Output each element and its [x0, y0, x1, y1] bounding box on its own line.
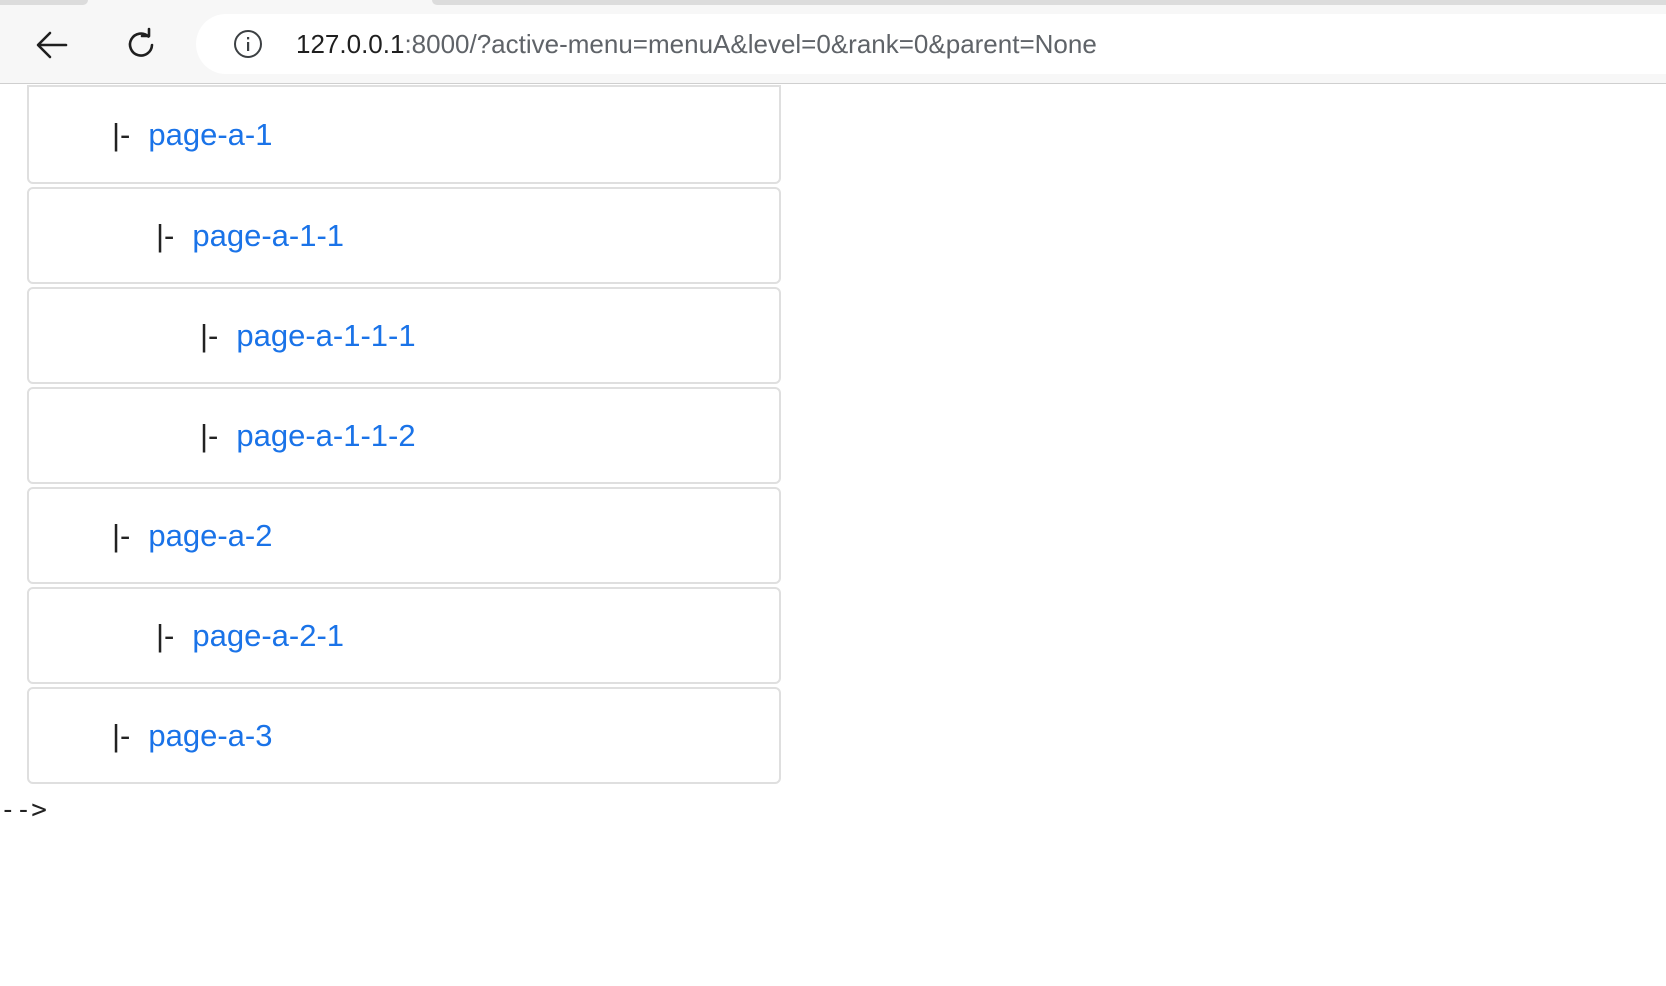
page-content: |- page-a-1 |- page-a-1-1 |- page-a-1-1-…: [0, 85, 1666, 986]
branch-marker: |-: [112, 517, 131, 553]
list-item: |- page-a-1: [27, 85, 781, 184]
tab-strip-edge: [432, 0, 1666, 5]
info-circle-icon[interactable]: [232, 28, 264, 60]
page-tree-list: |- page-a-1 |- page-a-1-1 |- page-a-1-1-…: [27, 85, 781, 787]
page-link[interactable]: page-a-2: [148, 518, 272, 554]
list-item: |- page-a-1-1: [27, 187, 781, 284]
reload-button[interactable]: [116, 20, 166, 70]
url-text[interactable]: 127.0.0.1:8000/?active-menu=menuA&level=…: [296, 27, 1097, 61]
browser-toolbar: 127.0.0.1:8000/?active-menu=menuA&level=…: [0, 0, 1666, 84]
page-link[interactable]: page-a-1-1-1: [236, 318, 415, 354]
list-item: |- page-a-2-1: [27, 587, 781, 684]
tab-strip-edge: [0, 0, 88, 5]
address-bar[interactable]: 127.0.0.1:8000/?active-menu=menuA&level=…: [196, 14, 1666, 74]
back-button[interactable]: [27, 20, 77, 70]
page-link[interactable]: page-a-3: [148, 718, 272, 754]
branch-marker: |-: [112, 717, 131, 753]
branch-marker: |-: [200, 317, 219, 353]
page-link[interactable]: page-a-1-1-2: [236, 418, 415, 454]
page-link[interactable]: page-a-2-1: [192, 618, 344, 654]
list-item: |- page-a-1-1-2: [27, 387, 781, 484]
arrow-left-icon: [36, 31, 68, 59]
branch-marker: |-: [200, 417, 219, 453]
page-link[interactable]: page-a-1: [148, 117, 272, 153]
reload-icon: [128, 27, 154, 57]
list-item: |- page-a-2: [27, 487, 781, 584]
list-item: |- page-a-1-1-1: [27, 287, 781, 384]
branch-marker: |-: [156, 217, 175, 253]
url-host: 127.0.0.1: [296, 29, 405, 59]
list-item: |- page-a-3: [27, 687, 781, 784]
branch-marker: |-: [156, 617, 175, 653]
page-link[interactable]: page-a-1-1: [192, 218, 344, 254]
url-path-query: :8000/?active-menu=menuA&level=0&rank=0&…: [404, 29, 1097, 59]
branch-marker: |-: [112, 116, 131, 152]
trailing-comment-text: -->: [0, 795, 47, 825]
